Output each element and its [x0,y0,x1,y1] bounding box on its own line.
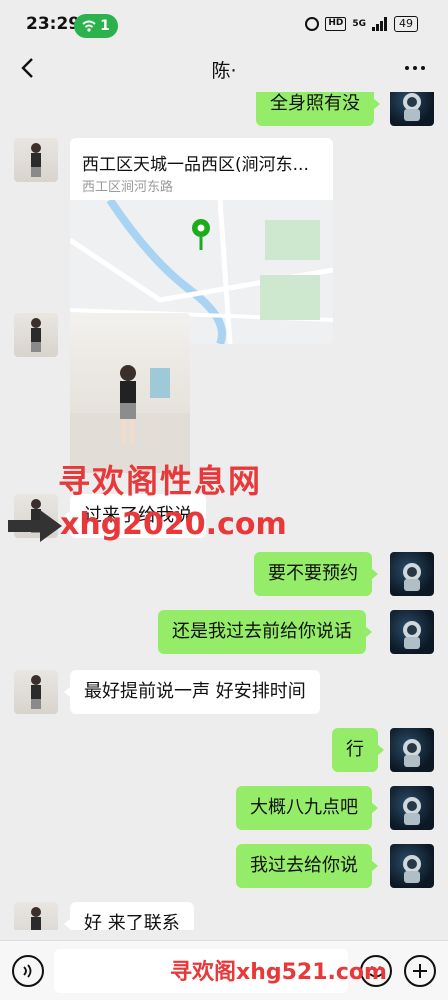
astronaut-icon [403,739,421,767]
arrow-right-icon [8,510,62,542]
more-dot-icon [405,66,409,70]
my-avatar[interactable] [390,92,434,126]
message-bubble-received[interactable]: 好 来了联系 [64,902,194,930]
network-label: 5G [352,19,366,29]
message-bubble-sent[interactable]: 大概八九点吧 [236,786,378,830]
message-bubble-sent[interactable]: 我过去给你说 [236,844,378,888]
voice-icon [23,964,32,978]
watermark-text: 寻欢阁性息网 [58,462,263,500]
person-photo-icon [31,318,41,352]
astronaut-icon [403,797,421,825]
message-bubble-received[interactable]: 最好提前说一声 好安排时间 [64,670,320,714]
chat-title: 陈· [211,60,237,82]
location-subtitle: 西工区涧河东路 [82,180,174,195]
photo-message[interactable] [70,313,190,473]
status-time: 23:29 [26,14,81,34]
plus-icon [413,964,427,978]
message-bubble-sent[interactable]: 全身照有没 [256,92,380,126]
my-avatar[interactable] [390,844,434,888]
location-title: 西工区天城一品西区(涧河东... [82,155,309,175]
chat-header: 陈· [0,44,448,92]
battery-icon: 49 [394,16,418,32]
person-photo-icon [31,907,41,930]
hotspot-badge[interactable]: 1 [74,14,118,38]
my-avatar[interactable] [390,552,434,596]
watermark-url-bottom: 寻欢阁xhg521.com [170,960,387,985]
contact-avatar[interactable] [14,138,58,182]
astronaut-icon [403,855,421,883]
contact-avatar[interactable] [14,902,58,930]
status-icons: HD 5G 49 [305,16,418,32]
astronaut-icon [403,93,421,121]
signal-icon [372,17,388,31]
message-bubble-sent[interactable]: 要不要预约 [254,552,378,596]
contact-avatar[interactable] [14,670,58,714]
notification-count: 1 [100,18,110,34]
person-photo-icon [31,143,41,177]
voice-button[interactable] [12,955,44,987]
watermark-url: xhg2020.com [60,507,287,542]
wifi-icon [82,20,96,32]
my-avatar[interactable] [390,728,434,772]
hd-icon: HD [325,17,347,31]
alarm-icon [305,17,320,31]
astronaut-icon [403,563,421,591]
message-bubble-sent[interactable]: 还是我过去前给你说话 [158,610,372,654]
astronaut-icon [403,621,421,649]
person-photo-icon [31,675,41,709]
more-options-button[interactable] [398,52,432,84]
photo-image [70,365,190,473]
contact-avatar[interactable] [14,313,58,357]
my-avatar[interactable] [390,610,434,654]
more-functions-button[interactable] [404,955,436,987]
status-bar: 23:29 1 HD 5G 49 [0,0,448,44]
my-avatar[interactable] [390,786,434,830]
message-bubble-sent[interactable]: 行 [332,728,384,772]
